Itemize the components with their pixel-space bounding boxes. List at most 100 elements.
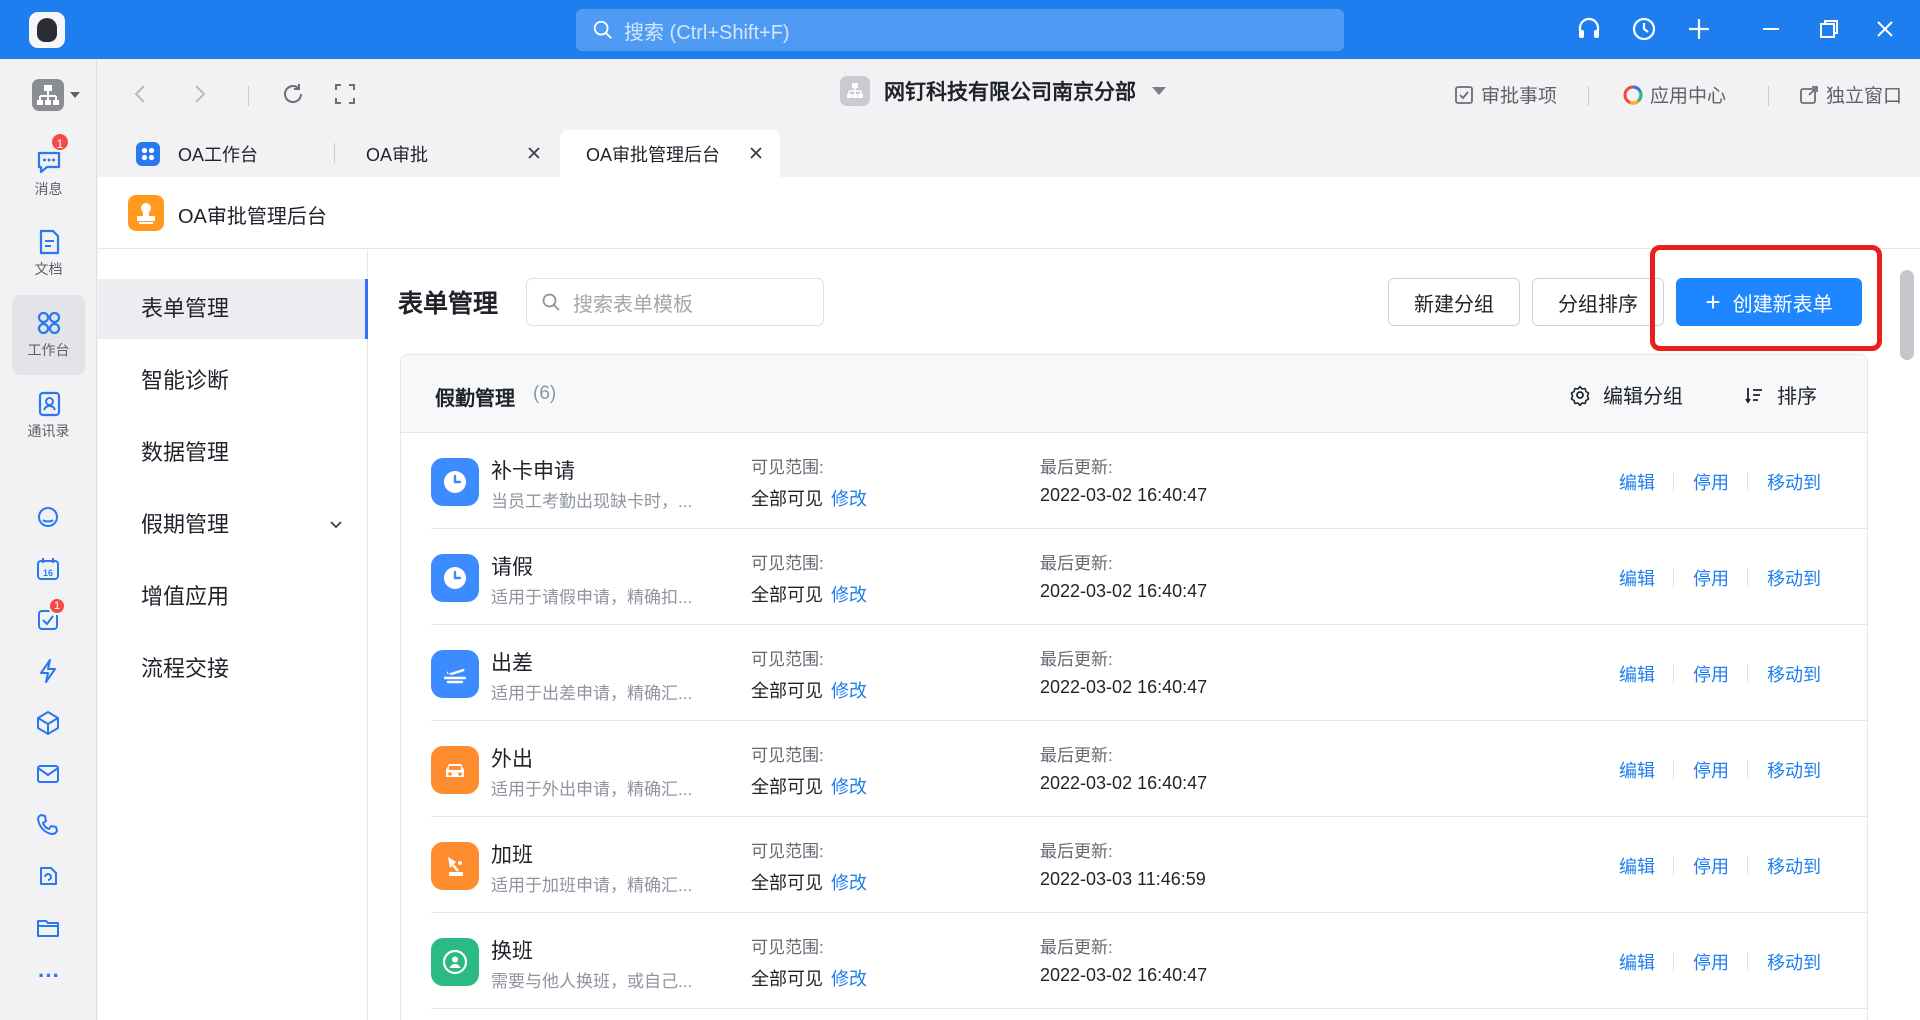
search-icon — [542, 293, 560, 311]
approval-items-link[interactable]: 审批事项 — [1453, 81, 1557, 108]
history-icon[interactable] — [1629, 14, 1659, 44]
minimize-icon[interactable] — [1756, 14, 1786, 44]
move-form-link[interactable]: 移动到 — [1767, 661, 1821, 687]
sort-label: 排序 — [1777, 386, 1817, 408]
disable-form-link[interactable]: 停用 — [1693, 853, 1729, 879]
modify-visibility-link[interactable]: 修改 — [831, 773, 867, 799]
rail-item-messages[interactable]: 消息 — [12, 147, 85, 209]
sort-groups-button[interactable]: 分组排序 — [1532, 278, 1664, 326]
subnav-process-handover[interactable]: 流程交接 — [98, 639, 368, 699]
updated-value: 2022-03-02 16:40:47 — [1040, 773, 1208, 793]
edit-form-link[interactable]: 编辑 — [1619, 853, 1655, 879]
op-divider — [1673, 953, 1674, 971]
visibility-value: 全部可见 — [751, 969, 823, 989]
rail-item-contacts[interactable]: 通讯录 — [12, 389, 85, 451]
form-row[interactable]: 加班 适用于加班申请，精确汇... 可见范围: 全部可见 修改 最后更新: 20… — [431, 817, 1867, 913]
updated-label: 最后更新: — [1040, 554, 1113, 573]
move-form-link[interactable]: 移动到 — [1767, 949, 1821, 975]
sort-button[interactable]: 排序 — [1743, 380, 1817, 409]
rail-item-workbench[interactable]: 工作台 — [12, 295, 85, 375]
modify-visibility-link[interactable]: 修改 — [831, 581, 867, 607]
subnav-leave-management[interactable]: 假期管理 — [98, 495, 368, 555]
form-row[interactable]: 出差 适用于出差申请，精确汇... 可见范围: 全部可见 修改 最后更新: 20… — [431, 625, 1867, 721]
move-form-link[interactable]: 移动到 — [1767, 757, 1821, 783]
calendar-icon[interactable]: 16 — [34, 555, 62, 583]
disable-form-link[interactable]: 停用 — [1693, 757, 1729, 783]
move-form-link[interactable]: 移动到 — [1767, 565, 1821, 591]
rail-label-docs: 文档 — [34, 261, 63, 277]
disable-form-link[interactable]: 停用 — [1693, 469, 1729, 495]
edit-form-link[interactable]: 编辑 — [1619, 565, 1655, 591]
subnav-label: 增值应用 — [141, 584, 230, 609]
standalone-window-label: 独立窗口 — [1826, 86, 1903, 107]
form-row[interactable]: 请假 适用于请假申请，精确扣... 可见范围: 全部可见 修改 最后更新: 20… — [431, 529, 1867, 625]
modify-visibility-link[interactable]: 修改 — [831, 677, 867, 703]
subnav-label: 表单管理 — [141, 296, 230, 321]
tab-oa-approval[interactable]: OA审批 — [356, 130, 550, 177]
app-center-link[interactable]: 应用中心 — [1622, 81, 1726, 108]
form-row[interactable]: 换班 需要与他人换班，或自己... 可见范围: 全部可见 修改 最后更新: 20… — [431, 913, 1867, 1009]
tab-oa-workbench[interactable]: OA工作台 — [130, 130, 332, 177]
form-template-search-input[interactable]: 搜索表单模板 — [526, 278, 824, 326]
scrollbar-thumb[interactable] — [1900, 270, 1914, 360]
app-center-label: 应用中心 — [1650, 86, 1727, 107]
plane-icon — [431, 650, 479, 698]
disable-form-link[interactable]: 停用 — [1693, 661, 1729, 687]
more-icon[interactable]: ··· — [30, 964, 68, 988]
standalone-window-link[interactable]: 独立窗口 — [1798, 81, 1902, 108]
form-name: 加班 — [491, 844, 533, 867]
disable-form-link[interactable]: 停用 — [1693, 949, 1729, 975]
org-selector[interactable]: 网钉科技有限公司南京分部 — [840, 76, 1166, 106]
edit-form-link[interactable]: 编辑 — [1619, 757, 1655, 783]
plus-icon[interactable] — [1684, 14, 1714, 44]
cube-icon[interactable] — [34, 709, 62, 737]
form-group-card: 假勤管理 (6) 编辑分组 排序 补卡申请 当员工考勤出现缺卡时，... 可见范… — [400, 354, 1868, 1020]
close-icon[interactable] — [1870, 14, 1900, 44]
form-description: 需要与他人换班，或自己... — [491, 972, 693, 991]
tab-close-icon[interactable] — [526, 145, 542, 161]
gear-icon — [1570, 385, 1590, 406]
fullscreen-icon[interactable] — [332, 81, 358, 107]
new-group-button[interactable]: 新建分组 — [1388, 278, 1520, 326]
updated-value: 2022-03-02 16:40:47 — [1040, 485, 1208, 505]
subnav-form-management[interactable]: 表单管理 — [98, 279, 368, 339]
disable-form-link[interactable]: 停用 — [1693, 565, 1729, 591]
subnav-value-added-apps[interactable]: 增值应用 — [98, 567, 368, 627]
form-row[interactable]: 外出 适用于外出申请，精确汇... 可见范围: 全部可见 修改 最后更新: 20… — [431, 721, 1867, 817]
global-search-input[interactable]: 搜索 (Ctrl+Shift+F) — [576, 9, 1344, 51]
modify-visibility-link[interactable]: 修改 — [831, 485, 867, 511]
headset-icon[interactable] — [1574, 14, 1604, 44]
phone-icon[interactable] — [34, 811, 62, 839]
drive-icon[interactable] — [34, 862, 62, 890]
edit-form-link[interactable]: 编辑 — [1619, 949, 1655, 975]
refresh-icon[interactable] — [280, 81, 306, 107]
cloud-icon[interactable] — [34, 504, 62, 532]
edit-form-link[interactable]: 编辑 — [1619, 661, 1655, 687]
tab-oa-approval-admin[interactable]: OA审批管理后台 — [560, 130, 780, 177]
tab-label: OA审批管理后台 — [586, 144, 721, 165]
lightning-icon[interactable] — [34, 657, 62, 685]
subnav-label: 智能诊断 — [141, 368, 230, 393]
forward-icon[interactable] — [186, 81, 212, 107]
edit-form-link[interactable]: 编辑 — [1619, 469, 1655, 495]
org-caret-icon[interactable] — [70, 92, 80, 98]
tab-close-icon[interactable] — [748, 145, 764, 161]
modify-visibility-link[interactable]: 修改 — [831, 965, 867, 991]
form-description: 适用于加班申请，精确汇... — [491, 876, 693, 895]
form-description: 适用于外出申请，精确汇... — [491, 780, 693, 799]
rail-item-docs[interactable]: 文档 — [12, 227, 85, 289]
document-icon — [39, 229, 59, 255]
restore-icon[interactable] — [1814, 14, 1844, 44]
mail-icon[interactable] — [34, 760, 62, 788]
subnav-smart-diagnosis[interactable]: 智能诊断 — [98, 351, 368, 411]
edit-group-button[interactable]: 编辑分组 — [1569, 380, 1683, 409]
folder-icon[interactable] — [34, 913, 62, 941]
move-form-link[interactable]: 移动到 — [1767, 469, 1821, 495]
move-form-link[interactable]: 移动到 — [1767, 853, 1821, 879]
form-row[interactable]: 补卡申请 当员工考勤出现缺卡时，... 可见范围: 全部可见 修改 最后更新: … — [431, 433, 1867, 529]
modify-visibility-link[interactable]: 修改 — [831, 869, 867, 895]
toolbar-divider — [248, 86, 249, 106]
org-building-icon — [840, 76, 870, 106]
subnav-data-management[interactable]: 数据管理 — [98, 423, 368, 483]
back-icon[interactable] — [128, 81, 154, 107]
